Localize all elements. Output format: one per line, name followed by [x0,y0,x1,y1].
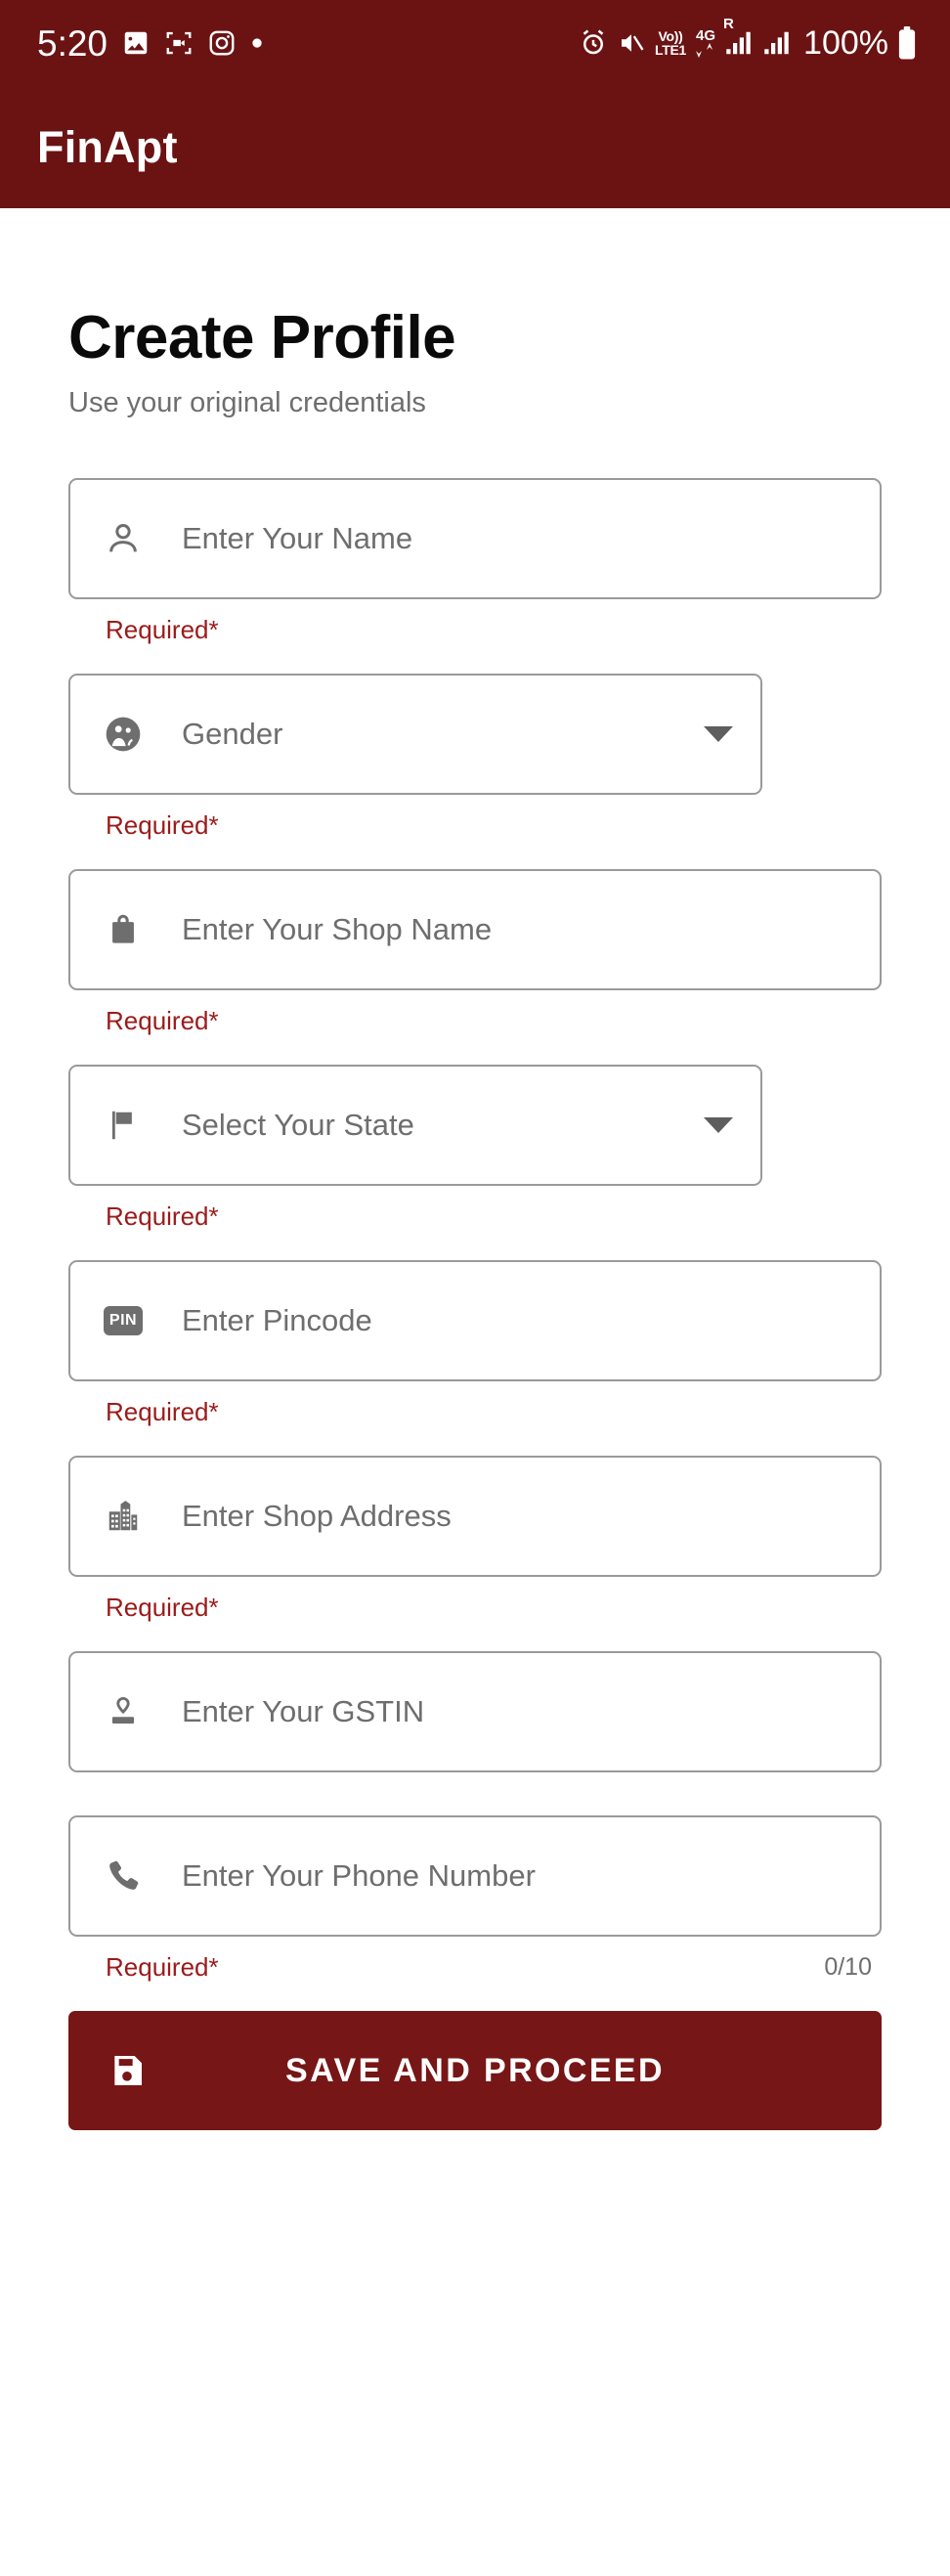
signal-sim2-icon [763,30,793,56]
shop-address-input[interactable]: Enter Shop Address [68,1456,882,1578]
gender-required-label: Required* [106,809,219,840]
battery-icon [897,26,917,60]
pincode-input[interactable]: PIN Enter Pincode [68,1260,882,1382]
shop-name-input[interactable]: Enter Your Shop Name [68,869,882,991]
gender-dropdown-placeholder: Gender [182,717,283,752]
network-type-icon: 4G [695,28,716,58]
instagram-icon [207,28,237,58]
volte-icon: Vo)) LTE1 [655,29,686,57]
roaming-label: R [723,16,734,32]
building-icon [98,1498,149,1535]
network-type-label: 4G [696,27,716,44]
chevron-down-icon[interactable] [704,1117,733,1134]
hint-row-name: Required* [68,613,882,646]
phone-required-label: Required* [106,1951,219,1982]
create-profile-form: Enter Your Name Required* Gender Require… [68,478,882,2131]
state-dropdown[interactable]: Select Your State [68,1065,762,1187]
field-block-shop-name: Enter Your Shop Name Required* [68,869,882,1037]
page-subtitle: Use your original credentials [68,387,426,419]
app-title: FinApt [37,121,178,172]
pin-badge-label: PIN [103,1306,144,1336]
field-block-gender: Gender Required* [68,674,882,842]
pin-badge-icon: PIN [98,1306,149,1336]
app-bar: FinApt [0,86,950,208]
phone-input[interactable]: Enter Your Phone Number [68,1815,882,1938]
person-icon [98,519,149,558]
phone-input-placeholder: Enter Your Phone Number [182,1858,536,1894]
chevron-down-icon[interactable] [704,726,733,743]
data-arrows-icon [696,43,713,58]
phone-counter: 0/10 [824,1952,872,1981]
pincode-required-label: Required* [106,1396,219,1426]
stamp-icon [98,1693,149,1730]
shopping-bag-icon [98,911,149,948]
status-bar-right: Vo)) LTE1 4G R 100% [579,17,917,63]
pincode-input-placeholder: Enter Pincode [182,1303,372,1338]
flag-icon [98,1107,149,1144]
hint-row-state: Required* [68,1200,882,1233]
field-block-pincode: PIN Enter Pincode Required* [68,1260,882,1428]
volte-bottom-label: LTE1 [655,42,687,58]
shop-name-required-label: Required* [106,1005,219,1035]
signal-sim1-icon: R [723,17,755,56]
alarm-icon [579,28,608,58]
field-block-phone: Enter Your Phone Number Required* 0/10 [68,1815,882,1984]
status-bar-clock: 5:20 [37,22,108,64]
hint-row-pincode: Required* [68,1395,882,1428]
people-icon [98,715,149,754]
gstin-spacer [68,1772,882,1815]
gender-dropdown[interactable]: Gender [68,674,762,796]
battery-percent-label: 100% [803,23,888,62]
gstin-input[interactable]: Enter Your GSTIN [68,1651,882,1773]
status-bar-left: 5:20 [37,25,264,62]
state-dropdown-placeholder: Select Your State [182,1108,414,1143]
state-required-label: Required* [106,1201,219,1231]
shop-name-input-placeholder: Enter Your Shop Name [182,912,493,947]
name-required-label: Required* [106,614,219,644]
field-block-name: Enter Your Name Required* [68,478,882,646]
name-input-placeholder: Enter Your Name [182,521,413,556]
save-and-proceed-label: SAVE AND PROCEED [285,2051,665,2089]
gstin-input-placeholder: Enter Your GSTIN [182,1694,425,1729]
phone-icon [98,1857,149,1895]
page-title: Create Profile [68,304,456,371]
field-block-state: Select Your State Required* [68,1065,882,1233]
name-input[interactable]: Enter Your Name [68,478,882,600]
hint-row-shop-address: Required* [68,1591,882,1624]
mute-icon [617,28,646,58]
photo-icon [121,28,151,58]
status-bar: 5:20 Vo)) LTE1 4G R 100% [0,0,950,86]
hint-row-gender: Required* [68,808,882,842]
hint-row-phone: Required* 0/10 [68,1950,882,1984]
field-block-gstin: Enter Your GSTIN [68,1651,882,1815]
page-content: Create Profile Use your original credent… [0,304,950,2131]
dot-icon [250,36,264,50]
volte-top-label: Vo)) [658,28,683,44]
save-floppy-icon [108,2051,158,2090]
shop-address-required-label: Required* [106,1592,219,1622]
save-and-proceed-button[interactable]: SAVE AND PROCEED [68,2011,882,2131]
screen-record-icon [164,28,194,58]
field-block-shop-address: Enter Shop Address Required* [68,1456,882,1624]
shop-address-input-placeholder: Enter Shop Address [182,1499,452,1534]
hint-row-shop-name: Required* [68,1004,882,1037]
